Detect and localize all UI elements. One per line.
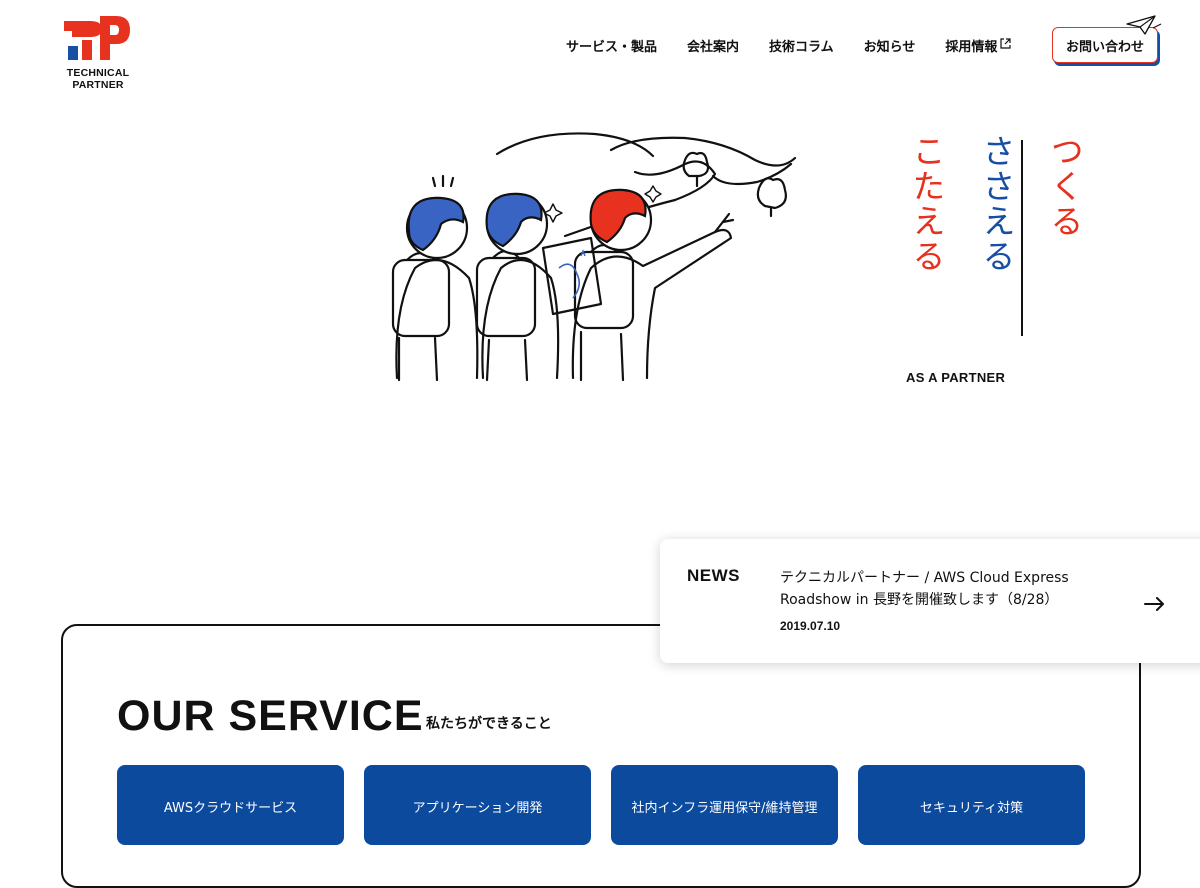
nav-services[interactable]: サービス・製品	[566, 36, 657, 55]
hikers-illustration	[391, 132, 797, 382]
service-title: OUR SERVICE	[117, 692, 424, 740]
service-card-aws[interactable]: AWSクラウドサービス	[117, 765, 344, 845]
hero-text-kotaeru: こたえる	[907, 134, 946, 274]
service-subtitle: 私たちができること	[426, 716, 552, 732]
news-title[interactable]: テクニカルパートナー / AWS Cloud Express Roadshow …	[780, 567, 1100, 611]
news-card[interactable]: NEWS テクニカルパートナー / AWS Cloud Express Road…	[660, 539, 1200, 663]
main-nav: サービス・製品 会社案内 技術コラム お知らせ 採用情報	[566, 36, 1041, 55]
hero-text-sasaeru: ささえる	[977, 134, 1016, 274]
hero-text-tsukuru: つくる	[1045, 134, 1084, 239]
nav-company[interactable]: 会社案内	[687, 36, 739, 55]
news-date: 2019.07.10	[780, 619, 841, 633]
nav-recruit[interactable]: 採用情報	[945, 36, 1012, 55]
service-card-app-dev[interactable]: アプリケーション開発	[364, 765, 591, 845]
service-card-infra[interactable]: 社内インフラ運用保守/維持管理	[611, 765, 838, 845]
hero-tagline: AS A PARTNER	[906, 370, 1006, 385]
arrow-right-icon[interactable]	[1144, 597, 1166, 611]
hero-divider	[1021, 140, 1023, 336]
service-card-security[interactable]: セキュリティ対策	[858, 765, 1085, 845]
nav-tech-column[interactable]: 技術コラム	[769, 36, 834, 55]
external-link-icon	[1000, 38, 1012, 53]
service-panel	[61, 624, 1141, 888]
news-label: NEWS	[687, 566, 740, 585]
logo-text: TECHNICAL PARTNER	[66, 67, 130, 91]
company-logo[interactable]: TECHNICAL PARTNER	[42, 16, 154, 91]
service-cards: AWSクラウドサービス アプリケーション開発 社内インフラ運用保守/維持管理 セ…	[117, 765, 1085, 845]
tp-logo-mark	[64, 16, 130, 60]
nav-news[interactable]: お知らせ	[864, 36, 916, 55]
paper-plane-icon	[1126, 15, 1162, 35]
